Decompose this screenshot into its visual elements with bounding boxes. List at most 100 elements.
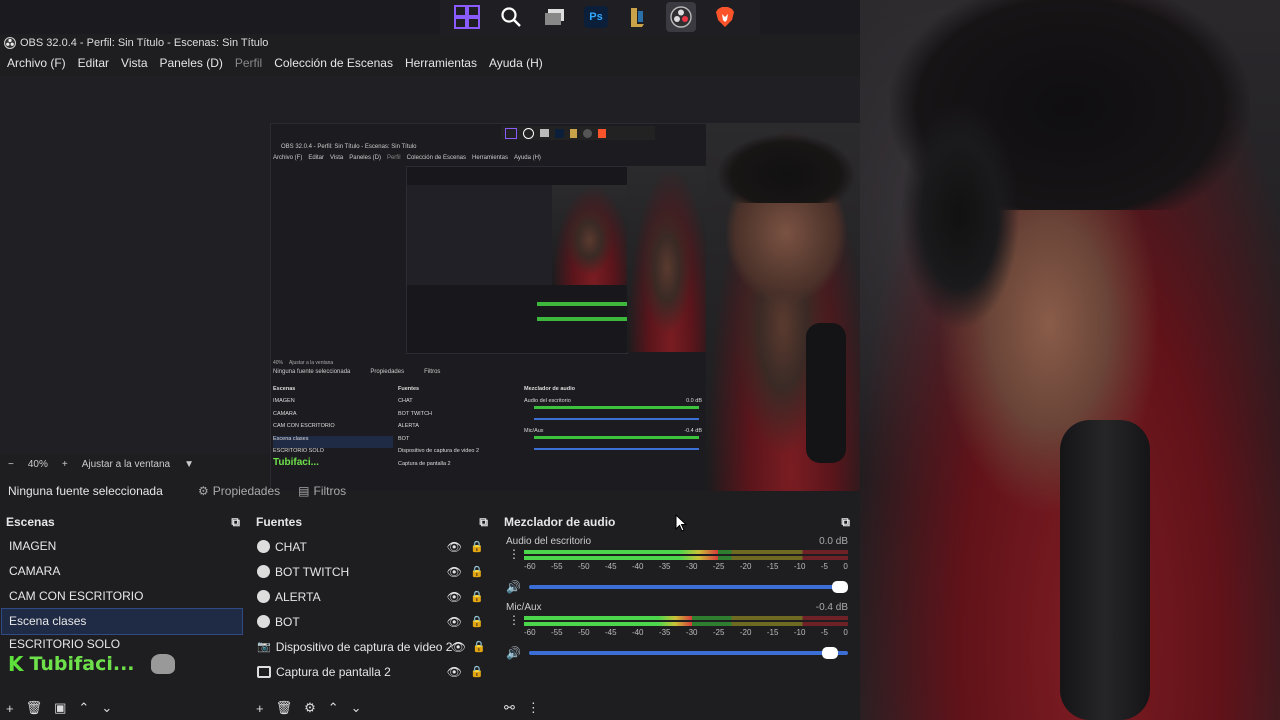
undock-icon[interactable]: ⧉ — [231, 515, 240, 530]
trash-icon[interactable]: 🗑 — [276, 700, 293, 716]
source-item-bot-twitch[interactable]: BOT TWITCH 👁 🔒 — [250, 559, 494, 584]
eye-icon[interactable]: 👁 — [447, 665, 462, 679]
scene-item-escena-clases[interactable]: Escena clases — [1, 608, 243, 635]
lock-icon[interactable]: 🔒 — [470, 615, 484, 628]
source-item-alerta[interactable]: ALERTA 👁 🔒 — [250, 584, 494, 609]
volume-slider[interactable] — [528, 647, 848, 659]
microphone — [1060, 420, 1150, 720]
meter-scale: -60 -55 -50 -45 -40 -35 -30 -25 -20 -15 -10 -5 0 — [524, 628, 848, 637]
mixer-button-bar: ⚯ ⋮ — [498, 696, 856, 720]
lock-open-icon[interactable]: 🔒 — [470, 665, 484, 678]
nested-deeper-preview — [407, 185, 552, 285]
menu-paneles[interactable]: Paneles (D) — [160, 56, 223, 70]
source-item-bot[interactable]: BOT 👁 🔒 — [250, 609, 494, 634]
photoshop-icon[interactable]: Ps — [584, 6, 608, 28]
lock-icon[interactable]: 🔒 — [470, 590, 484, 603]
volume-knob[interactable] — [832, 581, 848, 593]
nested-menu-2: Vista — [330, 155, 344, 161]
zoom-in-button[interactable]: + — [62, 459, 68, 470]
more-options-icon[interactable]: ⋮ — [508, 614, 520, 626]
chevron-down-icon[interactable]: ⌄ — [101, 700, 112, 716]
zoom-fit-label[interactable]: Ajustar a la ventana — [82, 459, 170, 470]
nested-deeper-meter — [537, 302, 627, 306]
nested-srcbar: Ninguna fuente seleccionada Propiedades … — [273, 369, 440, 375]
menu-perfil[interactable]: Perfil — [235, 56, 262, 70]
meter-fill — [524, 622, 693, 626]
lock-open-icon[interactable]: 🔒 — [472, 640, 486, 653]
eye-icon[interactable]: 👁 — [447, 540, 462, 554]
channel-db: 0.0 dB — [819, 536, 848, 547]
eye-icon[interactable]: 👁 — [447, 565, 462, 579]
undock-icon[interactable]: ⧉ — [479, 515, 488, 530]
level-meter-right — [524, 556, 848, 560]
taskview-icon[interactable] — [540, 2, 570, 32]
speaker-icon[interactable]: 🔊 — [506, 580, 521, 594]
trash-icon[interactable]: 🗑 — [26, 700, 43, 716]
lock-icon[interactable]: 🔒 — [470, 565, 484, 578]
undock-icon[interactable]: ⧉ — [841, 515, 850, 530]
menu-archivo[interactable]: Archivo (F) — [7, 56, 66, 70]
zoom-bar: − 40% + Ajustar a la ventana ▼ — [0, 454, 860, 474]
sources-header: Fuentes ⧉ — [250, 510, 494, 534]
chevron-up-icon[interactable]: ⌃ — [328, 700, 339, 716]
speaker-icon[interactable]: 🔊 — [506, 646, 521, 660]
lock-icon[interactable]: 🔒 — [470, 540, 484, 553]
brave-icon[interactable] — [710, 2, 740, 32]
tubifaci-logo-text: Tubifaci... — [29, 653, 135, 675]
meter-tick-label: -5 — [820, 628, 828, 637]
more-options-icon[interactable]: ⋮ — [508, 548, 520, 560]
nested-mixer-ch2-db: -0.4 dB — [684, 428, 702, 434]
add-source-button[interactable]: + — [256, 701, 264, 716]
add-scene-button[interactable]: + — [6, 701, 14, 716]
link-icon[interactable]: ⚯ — [504, 700, 515, 716]
properties-button[interactable]: ⚙ Propiedades — [198, 484, 280, 498]
menu-coleccion-escenas[interactable]: Colección de Escenas — [274, 56, 393, 70]
preview-area[interactable]: OBS 32.0.4 - Perfil: Sin Título - Escena… — [0, 76, 860, 491]
search-icon[interactable] — [496, 2, 526, 32]
nested-menu-5: Colección de Escenas — [406, 155, 466, 161]
scene-filters-icon[interactable]: ▣ — [54, 700, 66, 716]
chevron-up-icon[interactable]: ⌃ — [78, 700, 89, 716]
scene-item-camara[interactable]: CAMARA — [0, 559, 246, 584]
source-item-chat[interactable]: CHAT 👁 🔒 — [250, 534, 494, 559]
windows-start-icon[interactable] — [452, 2, 482, 32]
league-icon[interactable] — [622, 2, 652, 32]
nested-scene-1: CAMARA — [273, 410, 297, 417]
nested-deeper-meter-2 — [537, 317, 627, 321]
meter-tick-label: -55 — [550, 562, 563, 571]
chevron-down-icon[interactable]: ⌄ — [351, 700, 362, 716]
preview-canvas[interactable]: OBS 32.0.4 - Perfil: Sin Título - Escena… — [270, 123, 860, 491]
scene-item-escritorio-solo[interactable]: ESCRITORIO SOLO — [0, 634, 246, 652]
source-label: BOT — [275, 614, 300, 629]
eye-icon[interactable]: 👁 — [447, 615, 462, 629]
cat-emote-icon — [150, 654, 175, 674]
source-item-screen-capture[interactable]: Captura de pantalla 2 👁 🔒 — [250, 659, 494, 684]
eye-icon[interactable]: 👁 — [447, 590, 462, 604]
more-options-icon[interactable]: ⋮ — [527, 700, 540, 716]
volume-knob[interactable] — [822, 647, 839, 659]
taskbar: Ps — [440, 0, 760, 34]
meter-tick-label: -25 — [712, 562, 725, 571]
source-item-video-capture[interactable]: 📷 Dispositivo de captura de video 2 👁 🔒 — [250, 634, 494, 659]
nested-menu-3: Paneles (D) — [349, 155, 381, 161]
nested-source-2: ALERTA — [398, 423, 419, 429]
menu-ayuda[interactable]: Ayuda (H) — [489, 56, 543, 70]
gear-icon[interactable]: ⚙ — [304, 700, 316, 716]
menu-herramientas[interactable]: Herramientas — [405, 56, 477, 70]
eye-icon[interactable]: 👁 — [451, 640, 466, 654]
window-title: OBS 32.0.4 - Perfil: Sin Título - Escena… — [20, 37, 269, 49]
scene-item-cam-con-escritorio[interactable]: CAM CON ESCRITORIO — [0, 584, 246, 609]
volume-slider[interactable] — [528, 581, 848, 593]
nested-mixer: Mezclador de audio Audio del escritorio … — [524, 386, 702, 458]
obs-icon[interactable] — [666, 2, 696, 32]
menu-editar[interactable]: Editar — [78, 56, 109, 70]
nested-menu-6: Herramientas — [472, 155, 509, 161]
chevron-down-icon[interactable]: ▼ — [184, 459, 194, 470]
scene-item-imagen[interactable]: IMAGEN — [0, 534, 246, 559]
filters-button[interactable]: ▤ Filtros — [298, 484, 346, 498]
nested-filters: Filtros — [424, 369, 441, 375]
zoom-out-button[interactable]: − — [8, 459, 14, 470]
source-label: CHAT — [275, 539, 307, 554]
source-label: Captura de pantalla 2 — [276, 664, 391, 679]
menu-vista[interactable]: Vista — [121, 56, 147, 70]
